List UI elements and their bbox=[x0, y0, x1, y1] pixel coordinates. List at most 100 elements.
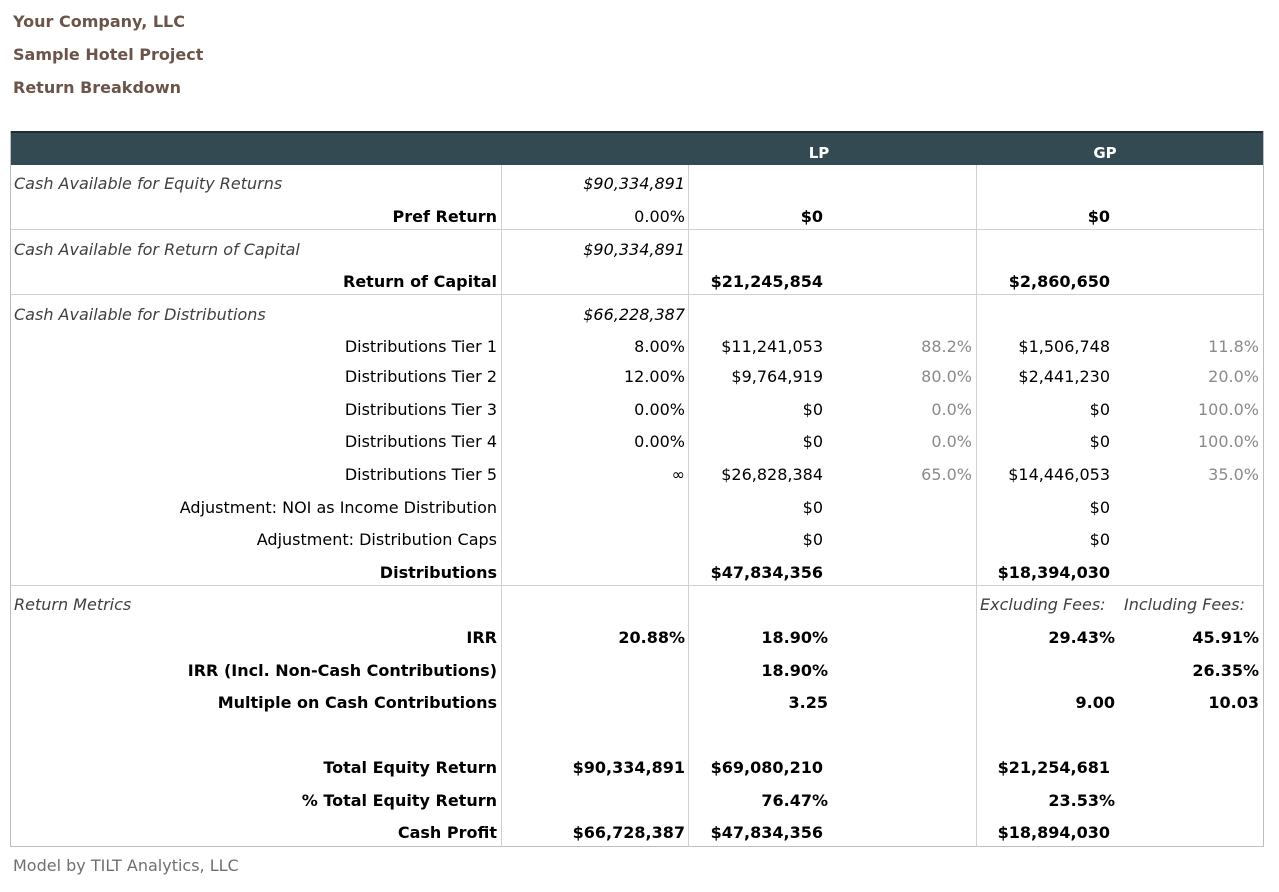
cell-lp: 76.47% bbox=[761, 791, 828, 810]
cell-pct: 12.00% bbox=[623, 367, 685, 386]
cell-gp: $0 bbox=[1089, 432, 1110, 451]
section-label-equity: Cash Available for Equity Returns bbox=[14, 174, 283, 193]
table-row: Cash Available for Equity Returns $90,33… bbox=[11, 168, 1263, 200]
cell-total: $90,334,891 bbox=[572, 758, 685, 777]
cell-gp: 23.53% bbox=[1048, 791, 1115, 810]
row-label: Distributions bbox=[379, 563, 497, 582]
cell-lp: $11,241,053 bbox=[721, 337, 823, 356]
cell-pct: ∞ bbox=[671, 465, 685, 484]
row-label: Distributions Tier 3 bbox=[344, 400, 497, 419]
cell-gp-share: 100.0% bbox=[1197, 432, 1259, 451]
cell-gp: $2,860,650 bbox=[1008, 272, 1110, 291]
project-name: Sample Hotel Project bbox=[13, 45, 204, 64]
table-row: Distributions Tier 1 8.00% $11,241,053 8… bbox=[11, 331, 1263, 363]
column-header-gp: GP bbox=[1093, 144, 1117, 162]
cell-gp: $0 bbox=[1089, 400, 1110, 419]
section-label-distributions: Cash Available for Distributions bbox=[14, 305, 266, 324]
cell-lp-share: 0.0% bbox=[931, 432, 972, 451]
cell-lp: 18.90% bbox=[761, 628, 828, 647]
footer-credit: Model by TILT Analytics, LLC bbox=[13, 856, 239, 875]
capital-amount: $90,334,891 bbox=[583, 240, 685, 259]
cell-lp: 3.25 bbox=[788, 693, 828, 712]
cell-lp: $0 bbox=[800, 207, 823, 226]
company-name: Your Company, LLC bbox=[13, 12, 185, 31]
excluding-fees-label: Excluding Fees: bbox=[980, 595, 1106, 614]
table-row: IRR 20.88% 18.90% 29.43% 45.91% bbox=[11, 622, 1263, 654]
cell-gp-including: 10.03 bbox=[1208, 693, 1259, 712]
row-label: Adjustment: NOI as Income Distribution bbox=[179, 498, 497, 517]
cell-gp: $14,446,053 bbox=[1008, 465, 1110, 484]
row-label: IRR bbox=[466, 628, 497, 647]
table-row: Adjustment: Distribution Caps $0 $0 bbox=[11, 524, 1263, 556]
table-row: Total Equity Return $90,334,891 $69,080,… bbox=[11, 752, 1263, 784]
cell-gp: $21,254,681 bbox=[997, 758, 1110, 777]
table-row: Return of Capital $21,245,854 $2,860,650 bbox=[11, 266, 1263, 298]
cell-lp-share: 0.0% bbox=[931, 400, 972, 419]
table-row: Cash Profit $66,728,387 $47,834,356 $18,… bbox=[11, 817, 1263, 849]
cell-gp-share: 20.0% bbox=[1208, 367, 1259, 386]
page-title: Return Breakdown bbox=[13, 78, 182, 97]
row-label: Return of Capital bbox=[343, 272, 497, 291]
table-row: % Total Equity Return 76.47% 23.53% bbox=[11, 785, 1263, 817]
row-label: Distributions Tier 1 bbox=[344, 337, 497, 356]
cell-gp-including: 26.35% bbox=[1192, 661, 1259, 680]
section-label-capital: Cash Available for Return of Capital bbox=[14, 240, 300, 259]
cell-gp: $0 bbox=[1089, 498, 1110, 517]
cell-gp: $18,394,030 bbox=[997, 563, 1110, 582]
cell-gp: $0 bbox=[1087, 207, 1110, 226]
table-row: Distributions Tier 5 ∞ $26,828,384 65.0%… bbox=[11, 459, 1263, 491]
cell-lp: $21,245,854 bbox=[710, 272, 823, 291]
cell-gp: $1,506,748 bbox=[1018, 337, 1110, 356]
table-row: Return Metrics Excluding Fees: Including… bbox=[11, 589, 1263, 621]
column-header-band: LP GP bbox=[11, 131, 1263, 165]
section-label-metrics: Return Metrics bbox=[14, 595, 132, 614]
row-label: Multiple on Cash Contributions bbox=[217, 693, 497, 712]
equity-amount: $90,334,891 bbox=[583, 174, 685, 193]
cell-total: $66,728,387 bbox=[572, 823, 685, 842]
cell-pct: 8.00% bbox=[634, 337, 685, 356]
row-label: Pref Return bbox=[392, 207, 498, 226]
cell-lp: 18.90% bbox=[761, 661, 828, 680]
cell-gp-share: 35.0% bbox=[1208, 465, 1259, 484]
table-row: Cash Available for Distributions $66,228… bbox=[11, 299, 1263, 331]
cell-lp: $0 bbox=[802, 530, 823, 549]
cell-lp: $0 bbox=[802, 432, 823, 451]
table-row: Distributions $47,834,356 $18,394,030 bbox=[11, 557, 1263, 589]
cell-gp-including: 45.91% bbox=[1192, 628, 1259, 647]
table-row: Distributions Tier 2 12.00% $9,764,919 8… bbox=[11, 361, 1263, 393]
table-row: Cash Available for Return of Capital $90… bbox=[11, 234, 1263, 266]
cell-lp: $47,834,356 bbox=[710, 823, 823, 842]
cell-lp-share: 80.0% bbox=[921, 367, 972, 386]
cell-gp-excluding: 29.43% bbox=[1048, 628, 1115, 647]
cell-pct: 0.00% bbox=[634, 207, 685, 226]
row-label: IRR (Incl. Non-Cash Contributions) bbox=[187, 661, 497, 680]
row-label: Adjustment: Distribution Caps bbox=[256, 530, 497, 549]
column-header-lp: LP bbox=[808, 144, 830, 162]
row-label: Distributions Tier 4 bbox=[344, 432, 497, 451]
cell-gp: $2,441,230 bbox=[1018, 367, 1110, 386]
cell-gp: $18,894,030 bbox=[997, 823, 1110, 842]
cell-lp: $9,764,919 bbox=[731, 367, 823, 386]
cell-lp: $47,834,356 bbox=[710, 563, 823, 582]
row-label: Distributions Tier 5 bbox=[344, 465, 497, 484]
cell-lp: $0 bbox=[802, 400, 823, 419]
table-row: Distributions Tier 3 0.00% $0 0.0% $0 10… bbox=[11, 394, 1263, 426]
including-fees-label: Including Fees: bbox=[1124, 595, 1245, 614]
cell-gp-share: 11.8% bbox=[1208, 337, 1259, 356]
cell-lp: $0 bbox=[802, 498, 823, 517]
cell-lp: $26,828,384 bbox=[721, 465, 823, 484]
cell-pct: 0.00% bbox=[634, 432, 685, 451]
row-label: % Total Equity Return bbox=[301, 791, 497, 810]
distributions-amount: $66,228,387 bbox=[583, 305, 685, 324]
cell-pct: 0.00% bbox=[634, 400, 685, 419]
table-row: Distributions Tier 4 0.00% $0 0.0% $0 10… bbox=[11, 426, 1263, 458]
cell-gp-share: 100.0% bbox=[1197, 400, 1259, 419]
cell-gp: $0 bbox=[1089, 530, 1110, 549]
return-breakdown-table: LP GP Cash Available for Equity Returns … bbox=[10, 131, 1264, 847]
cell-lp: $69,080,210 bbox=[710, 758, 823, 777]
table-row: Adjustment: NOI as Income Distribution $… bbox=[11, 492, 1263, 524]
row-label: Cash Profit bbox=[397, 823, 497, 842]
cell-gp-excluding: 9.00 bbox=[1075, 693, 1115, 712]
row-label: Distributions Tier 2 bbox=[344, 367, 497, 386]
cell-total: 20.88% bbox=[618, 628, 685, 647]
